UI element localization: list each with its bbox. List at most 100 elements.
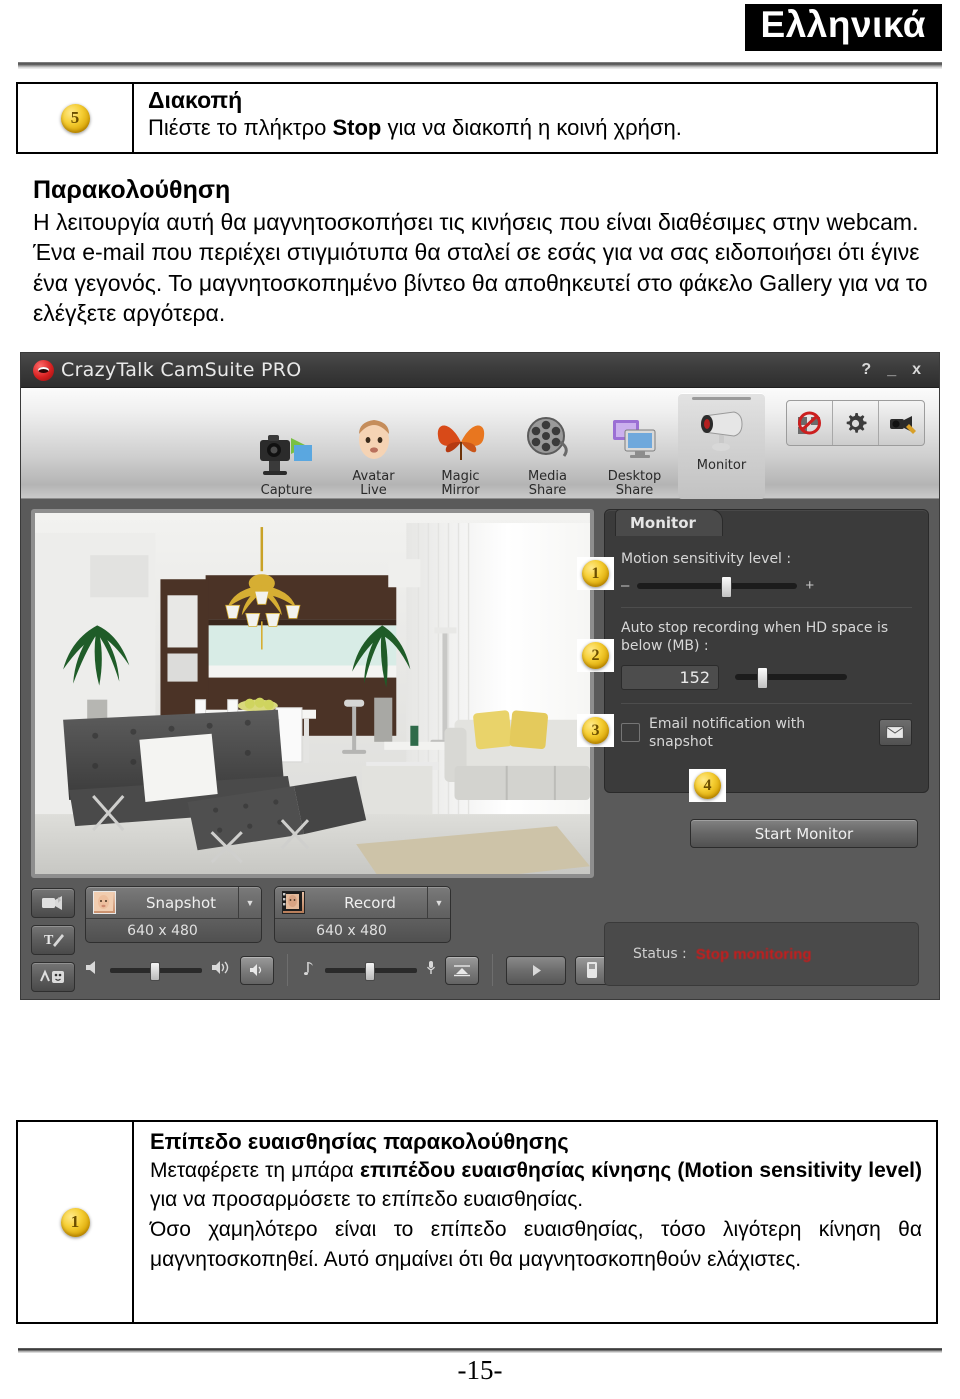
camera-export-icon <box>258 422 316 484</box>
autostop-value-input[interactable]: 152 <box>621 664 719 690</box>
autostop-slider-knob[interactable] <box>757 667 769 690</box>
bottom-p1-bold: επιπέδου ευαισθησίας κίνησης (Motion sen… <box>359 1158 922 1182</box>
motion-sensitivity-row: – + <box>621 575 912 598</box>
minimize-button[interactable]: _ <box>887 361 896 379</box>
toolbar-label: Avatar Live <box>352 468 395 499</box>
monitor-share-icon <box>609 408 661 470</box>
callout-badge-1: 1 <box>577 557 614 590</box>
toolbar-item-desktop-share[interactable]: Desktop Share <box>591 404 678 499</box>
no-webcam-icon[interactable] <box>787 401 833 445</box>
snapshot-button[interactable]: Snapshot ▼ 640 x 480 <box>85 886 262 943</box>
bottom-step-paragraph-2: Όσο χαμηλότερο είναι το επίπεδο ευαισθησ… <box>150 1218 922 1271</box>
autostop-slider[interactable] <box>735 667 847 690</box>
bottom-step-body: Επίπεδο ευαισθησίας παρακολούθησης Μεταφ… <box>134 1122 936 1322</box>
page-number: -15- <box>457 1355 503 1385</box>
speaker-mute-icon[interactable] <box>240 955 274 985</box>
webcam-effect-icon[interactable] <box>31 888 75 918</box>
volume-slider-knob[interactable] <box>149 961 160 981</box>
camera-settings-icon[interactable] <box>879 401 924 445</box>
mic-level-icon[interactable] <box>445 955 479 985</box>
start-monitor-button[interactable]: Start Monitor <box>690 819 918 848</box>
text-tool-icon[interactable]: T <box>31 925 75 955</box>
application-window: CrazyTalk CamSuite PRO ? _ x Capture Ava… <box>20 352 940 1000</box>
step-body-cell: Διακοπή Πιέστε το πλήκτρο Stop για να δι… <box>134 84 936 152</box>
video-preview-frame[interactable] <box>31 509 594 878</box>
toolbar-label: Capture <box>260 483 313 499</box>
gear-icon[interactable] <box>833 401 879 445</box>
app-logo-icon <box>33 359 54 381</box>
footer-divider <box>18 1348 942 1353</box>
status-value: Stop monitoring <box>695 945 812 963</box>
email-notification-row: Email notification with snapshot <box>621 715 912 751</box>
butterfly-mask-icon <box>434 408 488 470</box>
record-dropdown-arrow-icon[interactable]: ▼ <box>427 887 450 918</box>
envelope-icon[interactable] <box>878 719 912 747</box>
motion-sensitivity-slider[interactable] <box>637 575 798 598</box>
play-icon[interactable] <box>506 955 566 985</box>
bottom-step-title: Επίπεδο ευαισθησίας παρακολούθησης <box>150 1129 569 1154</box>
callout-number-3: 3 <box>582 717 609 744</box>
microphone-icon <box>426 960 436 980</box>
toolbar-item-magic-mirror[interactable]: Magic Mirror <box>417 404 504 499</box>
callout-badge-2: 2 <box>577 639 614 672</box>
record-resolution: 640 x 480 <box>316 922 387 939</box>
toolbar-item-media-share[interactable]: Media Share <box>504 404 591 499</box>
header-divider <box>18 62 942 69</box>
motion-sensitivity-label: Motion sensitivity level : <box>621 551 792 567</box>
callout-number-4: 4 <box>694 772 721 799</box>
control-divider-2 <box>492 954 493 986</box>
motion-sensitivity-knob[interactable] <box>720 575 732 598</box>
email-notification-checkbox[interactable] <box>621 723 640 743</box>
toolbar-item-avatar-live[interactable]: Avatar Live <box>330 404 417 499</box>
panel-tab-monitor[interactable]: Monitor <box>615 509 723 536</box>
avatar-face-icon <box>350 408 398 470</box>
sensitivity-plus-label: + <box>805 577 815 595</box>
music-note-icon <box>301 960 316 980</box>
control-divider <box>287 954 288 986</box>
capture-button-row: Snapshot ▼ 640 x 480 Record ▼ 640 x 480 <box>85 886 609 943</box>
webcam-preview-image <box>35 513 590 874</box>
emoticon-icon[interactable] <box>31 962 75 992</box>
microphone-slider-knob[interactable] <box>364 961 375 981</box>
toolbar-item-capture[interactable]: Capture <box>243 418 330 499</box>
bottom-step-number-badge: 1 <box>60 1207 90 1237</box>
callout-badge-4: 4 <box>689 769 726 802</box>
microphone-slider[interactable] <box>325 961 417 981</box>
autostop-label: Auto stop recording when HD space is bel… <box>621 620 889 655</box>
record-thumb-icon <box>282 891 305 914</box>
toolbar-label: Magic Mirror <box>441 468 480 499</box>
security-cam-icon <box>694 397 750 459</box>
volume-slider[interactable] <box>110 961 202 981</box>
email-notification-label: Email notification with snapshot <box>649 715 806 750</box>
app-main-body: T Snapshot ▼ 640 x 480 Record ▼ 640 x 48… <box>21 499 939 999</box>
start-monitor-row: Start Monitor <box>605 819 928 848</box>
intro-section: Παρακολούθηση Η λειτουργία αυτή θα μαγνη… <box>33 176 931 328</box>
monitor-panel-column: Monitor Motion sensitivity level : – + A… <box>594 509 929 992</box>
record-button[interactable]: Record ▼ 640 x 480 <box>274 886 451 943</box>
panel-divider-1 <box>621 607 912 609</box>
bottom-p1-a: Μεταφέρετε τη μπάρα <box>150 1158 360 1182</box>
status-bar: Status : Stop monitoring <box>604 922 919 986</box>
help-button[interactable]: ? <box>861 361 871 379</box>
snapshot-dropdown-arrow-icon[interactable]: ▼ <box>238 887 261 918</box>
toolbar-item-monitor[interactable]: Monitor <box>678 393 765 499</box>
language-badge: Ελληνικά <box>744 4 942 51</box>
step-title: Διακοπή <box>148 87 243 113</box>
sensitivity-minus-label: – <box>621 577 630 595</box>
close-button[interactable]: x <box>912 361 921 379</box>
callout-number-2: 2 <box>582 642 609 669</box>
panel-divider-2 <box>621 702 912 704</box>
left-tool-rail: T <box>31 886 77 992</box>
panel-content: Motion sensitivity level : – + Auto stop… <box>605 510 928 751</box>
toolbar-right-buttons <box>786 400 925 446</box>
toolbar-label: Monitor <box>696 458 747 473</box>
intro-heading: Παρακολούθηση <box>33 176 231 204</box>
step-number-cell: 5 <box>18 84 134 152</box>
step-text-after: για να διακοπή η κοινή χρήση. <box>381 115 682 141</box>
intro-body: Η λειτουργία αυτή θα μαγνητοσκοπήσει τις… <box>33 209 928 327</box>
capture-controls: Snapshot ▼ 640 x 480 Record ▼ 640 x 480 <box>85 886 609 992</box>
audio-control-row <box>85 954 609 986</box>
snapshot-thumb-icon <box>93 891 116 914</box>
toolbar-label: Media Share <box>527 468 568 499</box>
toolbar-label: Desktop Share <box>607 468 662 499</box>
